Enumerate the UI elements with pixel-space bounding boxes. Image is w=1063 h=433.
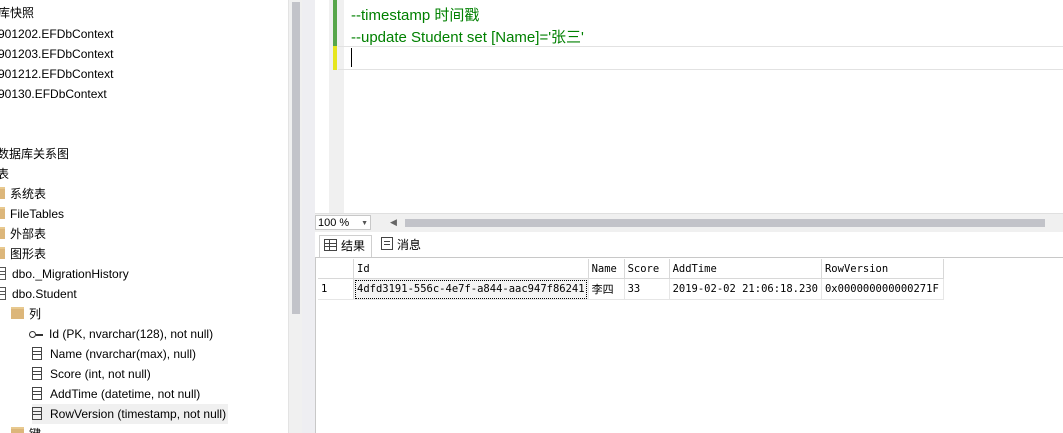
tree-item-column-addtime[interactable]: AddTime (datetime, not null) bbox=[32, 384, 200, 404]
tree-item-student[interactable]: dbo.Student bbox=[0, 284, 77, 304]
grid-header-row: Id Name Score AddTime RowVersion bbox=[318, 259, 944, 279]
text-caret bbox=[351, 48, 352, 67]
folder-icon bbox=[0, 227, 5, 239]
editor-margin bbox=[315, 0, 329, 213]
tree-item-label: AddTime (datetime, not null) bbox=[50, 387, 201, 401]
column-header-score[interactable]: Score bbox=[624, 259, 670, 279]
cell-name[interactable]: 李四 bbox=[588, 278, 625, 300]
scrollbar-thumb[interactable] bbox=[292, 2, 300, 314]
cell-score[interactable]: 33 bbox=[624, 278, 670, 300]
tree-item-filetables[interactable]: FileTables bbox=[0, 204, 64, 224]
column-header-addtime[interactable]: AddTime bbox=[669, 259, 822, 279]
folder-icon bbox=[11, 427, 24, 433]
tree-item-label: dbo._MigrationHistory bbox=[12, 267, 129, 281]
results-grid: Id Name Score AddTime RowVersion 1 4dfd3… bbox=[318, 259, 944, 300]
tree-item-column-id[interactable]: Id (PK, nvarchar(128), not null) bbox=[29, 324, 213, 344]
tree-item-column-score[interactable]: Score (int, not null) bbox=[32, 364, 151, 384]
row-number-cell[interactable]: 1 bbox=[318, 278, 354, 300]
column-header-id[interactable]: Id bbox=[353, 259, 589, 279]
tab-messages[interactable]: 消息 bbox=[377, 235, 427, 256]
tab-results[interactable]: 结果 bbox=[319, 235, 373, 257]
tree-item-label: 数据库关系图 bbox=[0, 147, 70, 161]
ssms-window: 库快照 901202.EFDbContext 901203.EFDbContex… bbox=[0, 0, 1063, 433]
tree-item-columns[interactable]: 列 bbox=[11, 304, 41, 324]
tree-item-external-tables[interactable]: 外部表 bbox=[0, 224, 46, 244]
column-header-rowversion[interactable]: RowVersion bbox=[821, 259, 944, 279]
tree-item-label: 901202.EFDbContext bbox=[0, 27, 114, 41]
chevron-down-icon: ▼ bbox=[361, 220, 368, 227]
messages-icon bbox=[381, 237, 393, 250]
tree-item-migration-history[interactable]: dbo._MigrationHistory bbox=[0, 264, 129, 284]
table-icon bbox=[0, 267, 6, 280]
tree-item-column-rowversion[interactable]: RowVersion (timestamp, not null) bbox=[32, 404, 229, 424]
cell-rowversion[interactable]: 0x000000000000271F bbox=[821, 278, 944, 300]
tree-item-label: 列 bbox=[29, 307, 42, 321]
column-icon bbox=[32, 387, 42, 400]
folder-icon bbox=[0, 207, 5, 219]
column-header-name[interactable]: Name bbox=[588, 259, 625, 279]
tree-item-label: 外部表 bbox=[10, 227, 47, 241]
zoom-select[interactable]: 100 % ▼ bbox=[315, 215, 371, 230]
current-line-highlight bbox=[338, 46, 1063, 70]
primary-key-icon bbox=[29, 330, 43, 338]
tree-item-label: Name (nvarchar(max), null) bbox=[50, 347, 197, 361]
results-grid-area: Id Name Score AddTime RowVersion 1 4dfd3… bbox=[315, 257, 1063, 433]
row-number-header[interactable] bbox=[318, 259, 354, 279]
explorer-vertical-scrollbar[interactable] bbox=[288, 0, 303, 433]
tree-item-label: 表 bbox=[0, 167, 10, 181]
tree-item-label: 图形表 bbox=[10, 247, 47, 261]
tree-item-label: Score (int, not null) bbox=[50, 367, 151, 381]
scroll-left-icon[interactable]: ◀ bbox=[390, 217, 397, 228]
tree-item-label: 901212.EFDbContext bbox=[0, 67, 114, 81]
panel-splitter[interactable] bbox=[302, 0, 315, 433]
tree-item-label: 系统表 bbox=[10, 187, 47, 201]
tree-item-snapshot-4[interactable]: 90130.EFDbContext bbox=[0, 84, 107, 104]
column-icon bbox=[32, 407, 42, 420]
tree-item-snapshot-2[interactable]: 901203.EFDbContext bbox=[0, 44, 113, 64]
tree-item-snapshot-3[interactable]: 901212.EFDbContext bbox=[0, 64, 113, 84]
object-explorer: 库快照 901202.EFDbContext 901203.EFDbContex… bbox=[0, 0, 288, 433]
zoom-value: 100 % bbox=[318, 217, 350, 229]
folder-icon bbox=[11, 307, 24, 319]
tree-item-db-snapshots[interactable]: 库快照 bbox=[0, 3, 34, 23]
saved-change-marker bbox=[333, 0, 337, 46]
tree-item-graph-tables[interactable]: 图形表 bbox=[0, 244, 46, 264]
code-line[interactable]: --timestamp 时间戳 bbox=[351, 4, 479, 25]
editor-zoom-bar: 100 % ▼ ◀ bbox=[315, 213, 1063, 232]
tree-item-keys[interactable]: 键 bbox=[11, 424, 41, 433]
tree-item-label: dbo.Student bbox=[12, 287, 77, 301]
tab-label: 结果 bbox=[341, 239, 366, 253]
column-icon bbox=[32, 347, 42, 360]
results-tabs: 结果 消息 bbox=[315, 232, 1063, 257]
tree-item-label: 键 bbox=[29, 427, 41, 433]
grid-icon bbox=[324, 239, 337, 251]
table-icon bbox=[0, 287, 6, 300]
unsaved-change-marker bbox=[333, 46, 337, 70]
folder-icon bbox=[0, 187, 5, 199]
tree-item-label: Id (PK, nvarchar(128), not null) bbox=[49, 327, 214, 341]
horizontal-scrollbar-thumb[interactable] bbox=[405, 219, 1045, 227]
code-line[interactable]: --update Student set [Name]='张三' bbox=[351, 26, 584, 47]
column-icon bbox=[32, 367, 42, 380]
tree-item-label: RowVersion (timestamp, not null) bbox=[50, 407, 227, 421]
tree-item-database-diagrams[interactable]: 数据库关系图 bbox=[0, 144, 69, 164]
tree-item-label: 库快照 bbox=[0, 6, 35, 20]
tree-item-snapshot-1[interactable]: 901202.EFDbContext bbox=[0, 24, 113, 44]
tree-item-column-name[interactable]: Name (nvarchar(max), null) bbox=[32, 344, 196, 364]
folder-icon bbox=[0, 247, 5, 259]
tree-item-label: 90130.EFDbContext bbox=[0, 87, 107, 101]
table-row: 1 4dfd3191-556c-4e7f-a844-aac947f86241 李… bbox=[318, 278, 944, 300]
cell-id[interactable]: 4dfd3191-556c-4e7f-a844-aac947f86241 bbox=[353, 278, 589, 300]
cell-addtime[interactable]: 2019-02-02 21:06:18.230 bbox=[669, 278, 822, 300]
tree-item-label: 901203.EFDbContext bbox=[0, 47, 114, 61]
tree-item-tables[interactable]: 表 bbox=[0, 164, 9, 184]
tree-item-system-tables[interactable]: 系统表 bbox=[0, 184, 46, 204]
tree-item-label: FileTables bbox=[10, 207, 65, 221]
tab-label: 消息 bbox=[397, 238, 422, 252]
